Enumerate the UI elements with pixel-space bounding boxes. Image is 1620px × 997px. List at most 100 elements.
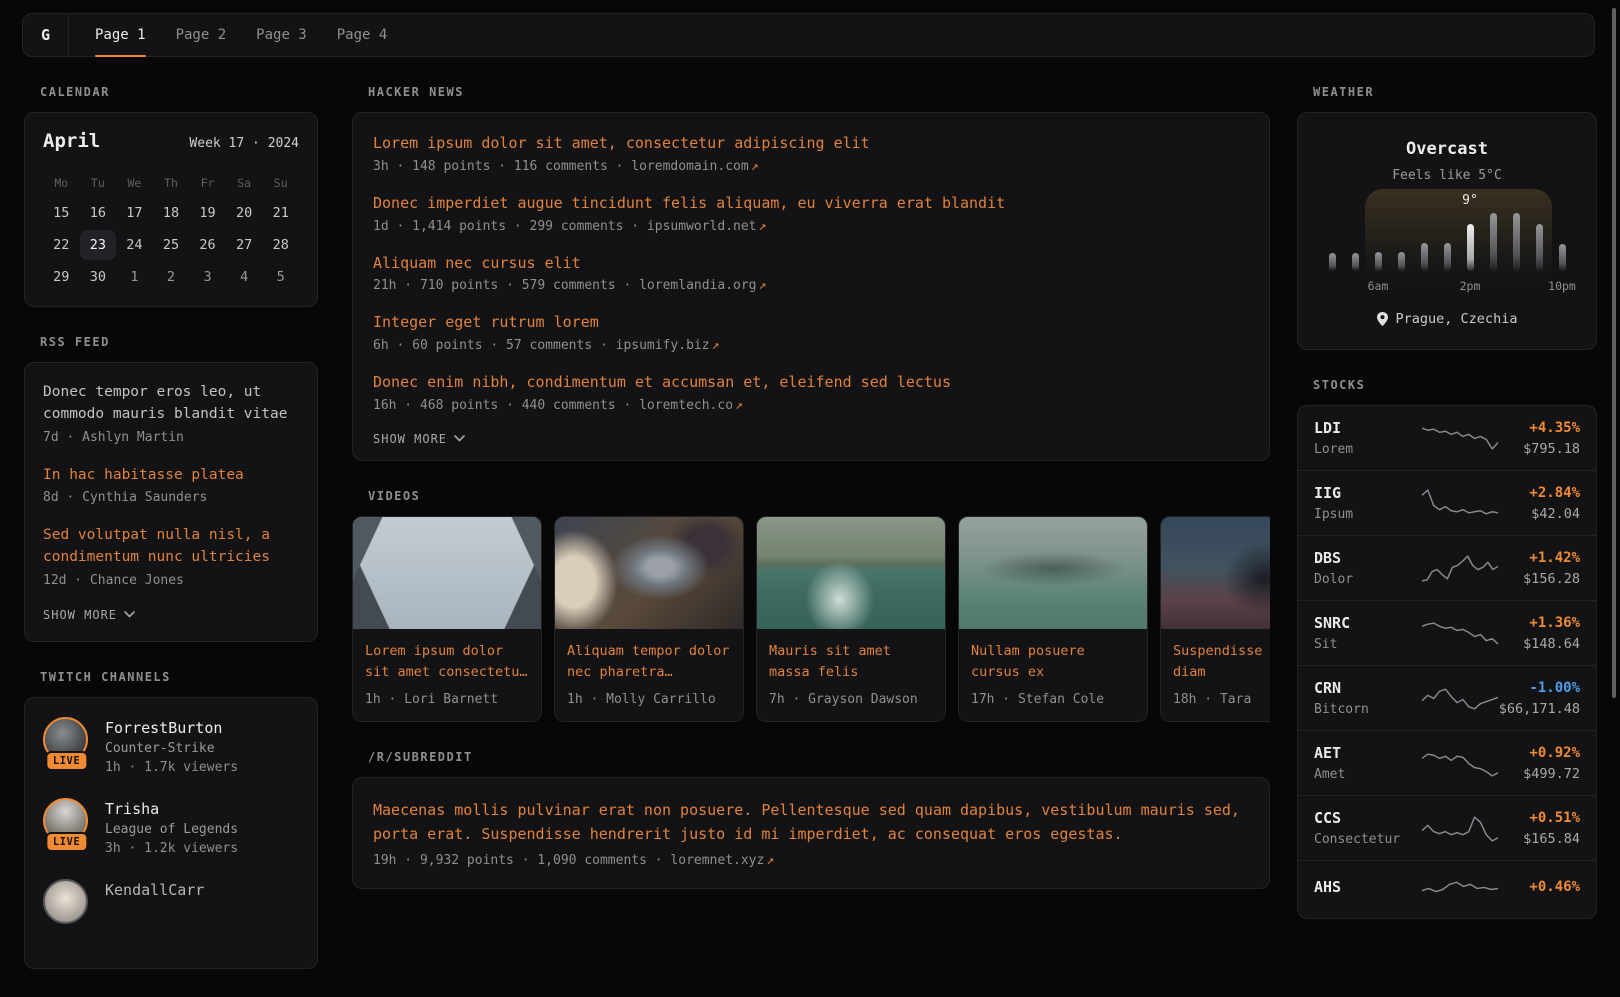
nav-tab[interactable]: Page 1 (95, 14, 146, 56)
rss-item-title[interactable]: Sed volutpat nulla nisl, a condimentum n… (43, 525, 299, 569)
video-title[interactable]: Lorem ipsum dolor sit amet consectetu… (365, 641, 529, 683)
videos-carousel: Lorem ipsum dolor sit amet consectetu… 1… (352, 516, 1270, 722)
calendar-date-cell: 27 (226, 230, 263, 260)
calendar-day-name: Su (262, 170, 299, 196)
stock-row: DBS Dolor +1.42% $156.28 (1298, 535, 1596, 600)
video-thumbnail (555, 517, 743, 629)
weather-bar (1375, 252, 1382, 271)
stock-ticker: AET (1314, 744, 1422, 762)
video-thumbnail (959, 517, 1147, 629)
hackernews-card: Lorem ipsum dolor sit amet, consectetur … (352, 112, 1270, 461)
weather-hourly-chart: 9° 6am2pm10pm (1329, 213, 1566, 271)
stock-price: $499.72 (1498, 766, 1580, 782)
nav-tab[interactable]: Page 4 (337, 14, 388, 56)
rss-section: RSS FEED Donec tempor eros leo, ut commo… (24, 335, 318, 642)
stock-ticker: AHS (1314, 878, 1422, 896)
calendar-day-name: Fr (189, 170, 226, 196)
stock-row: SNRC Sit +1.36% $148.64 (1298, 600, 1596, 665)
calendar-date-cell: 15 (43, 198, 80, 228)
stock-change: +0.92% (1498, 745, 1580, 761)
twitch-avatar-wrap: LIVE (43, 717, 90, 764)
stock-change: +1.42% (1498, 550, 1580, 566)
hackernews-item-title-link[interactable]: Donec enim nibh, condimentum et accumsan… (373, 372, 951, 394)
twitch-channel-row[interactable]: LIVE Trisha League of Legends 3h · 1.2k … (43, 798, 299, 856)
twitch-channel-meta: 3h · 1.2k viewers (105, 841, 238, 856)
weather-bar (1329, 253, 1336, 271)
weather-section-header: WEATHER (1313, 85, 1597, 99)
twitch-channel-name[interactable]: Trisha (105, 798, 238, 818)
hackernews-item: Aliquam nec cursus elit 21h · 710 points… (373, 253, 1249, 294)
video-thumbnail (1161, 517, 1270, 629)
stock-row: IIG Ipsum +2.84% $42.04 (1298, 470, 1596, 535)
page-scrollbar[interactable] (1612, 8, 1616, 698)
weather-bar (1398, 252, 1405, 271)
subreddit-post: Maecenas mollis pulvinar erat non posuer… (373, 798, 1249, 868)
twitch-channel-name[interactable]: KendallCarr (105, 879, 204, 899)
hackernews-item-title-link[interactable]: Integer eget rutrum lorem (373, 312, 599, 334)
live-badge: LIVE (45, 832, 88, 852)
rss-item[interactable]: Sed volutpat nulla nisl, a condimentum n… (43, 525, 299, 588)
calendar-date-cell: 23 (80, 230, 117, 260)
video-title[interactable]: Mauris sit amet massa felis (769, 641, 933, 683)
weather-condition: Overcast (1318, 139, 1576, 159)
video-meta: 17h · Stefan Cole (971, 692, 1135, 707)
twitch-channel-name[interactable]: ForrestBurton (105, 717, 238, 737)
stock-price: $66,171.48 (1498, 701, 1580, 717)
app-logo[interactable]: G (23, 14, 69, 56)
stock-name: Bitcorn (1314, 702, 1422, 717)
calendar-date-cell: 5 (262, 262, 299, 292)
rss-item-title[interactable]: In hac habitasse platea (43, 465, 299, 487)
nav-tab[interactable]: Page 2 (176, 14, 227, 56)
calendar-month: April (43, 130, 100, 152)
hackernews-item-title-link[interactable]: Donec imperdiet augue tincidunt felis al… (373, 193, 1005, 215)
calendar-date-cell: 26 (189, 230, 226, 260)
video-thumbnail (757, 517, 945, 629)
hackernews-item-meta: 6h · 60 points · 57 comments · ipsumify.… (373, 338, 1249, 353)
live-badge: LIVE (45, 751, 88, 771)
video-thumbnail (353, 517, 541, 629)
twitch-channel-row[interactable]: LIVE KendallCarr (43, 879, 299, 926)
nav-tab[interactable]: Page 3 (256, 14, 307, 56)
video-title[interactable]: Suspendisse diam (1173, 641, 1270, 683)
video-title[interactable]: Nullam posuere cursus ex (971, 641, 1135, 683)
external-link-icon: ↗ (712, 338, 720, 353)
stock-sparkline (1422, 874, 1498, 905)
twitch-card: LIVE ForrestBurton Counter-Strike 1h · 1… (24, 697, 318, 969)
chevron-down-icon (454, 435, 465, 442)
hackernews-item-title-link[interactable]: Aliquam nec cursus elit (373, 253, 581, 275)
video-card[interactable]: Lorem ipsum dolor sit amet consectetu… 1… (352, 516, 542, 722)
calendar-day-name: Tu (80, 170, 117, 196)
hackernews-item-meta: 21h · 710 points · 579 comments · loreml… (373, 278, 1249, 293)
calendar-date-cell: 22 (43, 230, 80, 260)
calendar-day-name: Sa (226, 170, 263, 196)
rss-item[interactable]: Donec tempor eros leo, ut commodo mauris… (43, 382, 299, 445)
hackernews-item-meta: 1d · 1,414 points · 299 comments · ipsum… (373, 219, 1249, 234)
hackernews-item-meta: 16h · 468 points · 440 comments · loremt… (373, 398, 1249, 413)
twitch-section: TWITCH CHANNELS LIVE ForrestBurton Count… (24, 670, 318, 969)
video-card[interactable]: Mauris sit amet massa felis 7h · Grayson… (756, 516, 946, 722)
video-card[interactable]: Suspendisse diam 18h · Tara (1160, 516, 1270, 722)
weather-location: Prague, Czechia (1318, 311, 1576, 327)
weather-bar (1513, 213, 1520, 271)
hackernews-item-title-link[interactable]: Lorem ipsum dolor sit amet, consectetur … (373, 133, 870, 155)
calendar-date-cell: 18 (153, 198, 190, 228)
subreddit-post-title[interactable]: Maecenas mollis pulvinar erat non posuer… (373, 798, 1249, 846)
calendar-day-name: We (116, 170, 153, 196)
rss-item-title[interactable]: Donec tempor eros leo, ut commodo mauris… (43, 382, 299, 426)
twitch-channel-row[interactable]: LIVE ForrestBurton Counter-Strike 1h · 1… (43, 717, 299, 775)
rss-show-more-button[interactable]: SHOW MORE (43, 608, 299, 622)
subreddit-section-header: /R/SUBREDDIT (368, 750, 1270, 764)
weather-bar (1559, 244, 1566, 271)
weather-section: WEATHER Overcast Feels like 5°C 9° 6am2p… (1297, 85, 1597, 350)
stock-change: +0.51% (1498, 810, 1580, 826)
video-card[interactable]: Nullam posuere cursus ex 17h · Stefan Co… (958, 516, 1148, 722)
rss-item[interactable]: In hac habitasse platea 8d · Cynthia Sau… (43, 465, 299, 506)
stock-ticker: CRN (1314, 679, 1422, 697)
weather-bar (1352, 253, 1359, 271)
stock-name: Lorem (1314, 442, 1422, 457)
video-card[interactable]: Aliquam tempor dolor nec pharetra… 1h · … (554, 516, 744, 722)
stock-row: LDI Lorem +4.35% $795.18 (1298, 406, 1596, 470)
video-title[interactable]: Aliquam tempor dolor nec pharetra… (567, 641, 731, 683)
hackernews-show-more-button[interactable]: SHOW MORE (373, 432, 1249, 446)
hackernews-section-header: HACKER NEWS (368, 85, 1270, 99)
